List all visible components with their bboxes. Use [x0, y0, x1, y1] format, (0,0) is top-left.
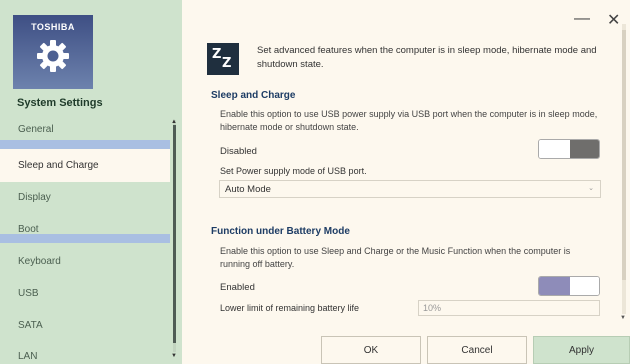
intro-text: Set advanced features when the computer …: [257, 45, 597, 70]
sidebar-item-label: Sleep and Charge: [18, 160, 99, 171]
toggle-track: [539, 277, 570, 295]
sidebar-item-lan[interactable]: LAN: [0, 340, 170, 364]
sidebar-item-label: LAN: [18, 351, 38, 362]
battery-mode-state-label: Enabled: [220, 282, 255, 293]
toggle-track: [570, 140, 599, 158]
battery-mode-toggle[interactable]: [538, 276, 600, 296]
sleep-charge-toggle[interactable]: [538, 139, 600, 159]
close-button[interactable]: ✕: [607, 10, 620, 30]
apply-button[interactable]: Apply: [533, 336, 630, 364]
sleep-charge-description: Enable this option to use USB power supp…: [220, 109, 598, 132]
minimize-button[interactable]: —: [574, 10, 590, 28]
nav-divider: [0, 234, 170, 243]
logo-tile: TOSHIBA: [13, 15, 93, 89]
nav-divider: [0, 140, 170, 149]
sidebar: TOSHIBA System Settings General Sleep an…: [0, 0, 182, 364]
sidebar-scroll-thumb[interactable]: [173, 125, 176, 343]
battery-mode-heading: Function under Battery Mode: [211, 226, 350, 237]
supply-mode-select[interactable]: Auto Mode ⌄: [219, 180, 601, 198]
content-scroll-thumb[interactable]: [622, 30, 626, 280]
sidebar-item-display[interactable]: Display: [0, 181, 170, 214]
gear-icon: [37, 40, 69, 72]
toggle-knob: [570, 277, 599, 295]
sleep-charge-state-label: Disabled: [220, 146, 257, 157]
sidebar-title: System Settings: [17, 97, 103, 109]
sidebar-item-sleep-and-charge[interactable]: Sleep and Charge: [0, 149, 170, 182]
zz-glyph: Z: [222, 56, 232, 71]
sleep-zz-icon: Z Z: [207, 43, 239, 75]
brand-logo: TOSHIBA: [31, 22, 75, 32]
scroll-up-icon[interactable]: ▲: [171, 119, 177, 125]
toggle-knob: [539, 140, 570, 158]
sidebar-item-label: SATA: [18, 320, 43, 331]
chevron-down-icon: ⌄: [588, 185, 594, 192]
scroll-down-icon[interactable]: ▼: [620, 315, 626, 321]
sidebar-item-label: Display: [18, 192, 51, 203]
sidebar-item-label: General: [18, 124, 54, 135]
ok-button[interactable]: OK: [321, 336, 421, 364]
cancel-button[interactable]: Cancel: [427, 336, 527, 364]
sidebar-item-keyboard[interactable]: Keyboard: [0, 245, 170, 278]
battery-mode-description: Enable this option to use Sleep and Char…: [220, 246, 571, 269]
sidebar-item-label: Keyboard: [18, 256, 61, 267]
sidebar-item-usb[interactable]: USB: [0, 277, 170, 310]
lower-limit-input[interactable]: 10%: [418, 300, 600, 316]
lower-limit-label: Lower limit of remaining battery life: [220, 303, 360, 313]
sidebar-item-label: USB: [18, 288, 39, 299]
zz-glyph: Z: [212, 47, 222, 62]
supply-mode-label: Set Power supply mode of USB port.: [220, 166, 367, 176]
sleep-charge-heading: Sleep and Charge: [211, 90, 296, 101]
scroll-down-icon[interactable]: ▼: [171, 353, 177, 359]
supply-mode-value: Auto Mode: [225, 183, 271, 195]
sidebar-item-sata[interactable]: SATA: [0, 309, 170, 342]
